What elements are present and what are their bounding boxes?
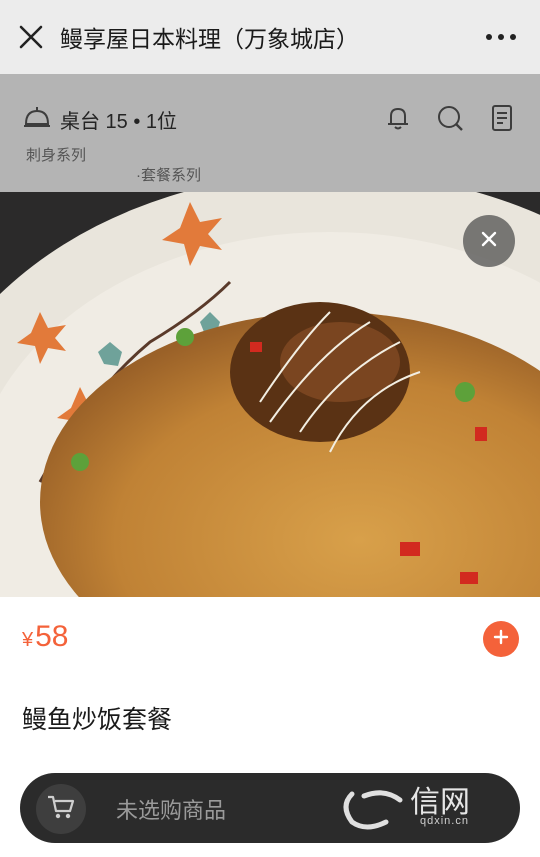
price-value: 58 <box>35 620 69 653</box>
more-options-icon[interactable] <box>484 27 518 47</box>
add-to-cart-button[interactable] <box>483 621 519 657</box>
currency-symbol: ¥ <box>22 629 34 651</box>
dish-name: 鳗鱼炒饭套餐 <box>22 706 173 734</box>
dish-price: ¥58 <box>22 620 69 654</box>
close-photo-button[interactable] <box>463 215 515 267</box>
page-title: 鳗享屋日本料理（万象城店） <box>60 26 359 52</box>
watermark-logo: 信网 <box>330 778 530 838</box>
close-icon[interactable] <box>16 22 46 52</box>
modal-backdrop[interactable] <box>0 74 540 192</box>
shopping-cart-icon <box>46 793 76 826</box>
top-bar: 鳗享屋日本料理（万象城店） <box>0 0 540 74</box>
cart-status: 未选购商品 <box>116 798 227 823</box>
watermark-site: qdxin.cn <box>420 815 469 827</box>
plus-icon <box>493 629 509 650</box>
cart-button[interactable] <box>36 784 86 834</box>
dish-photo <box>0 192 540 597</box>
close-icon <box>480 230 498 253</box>
